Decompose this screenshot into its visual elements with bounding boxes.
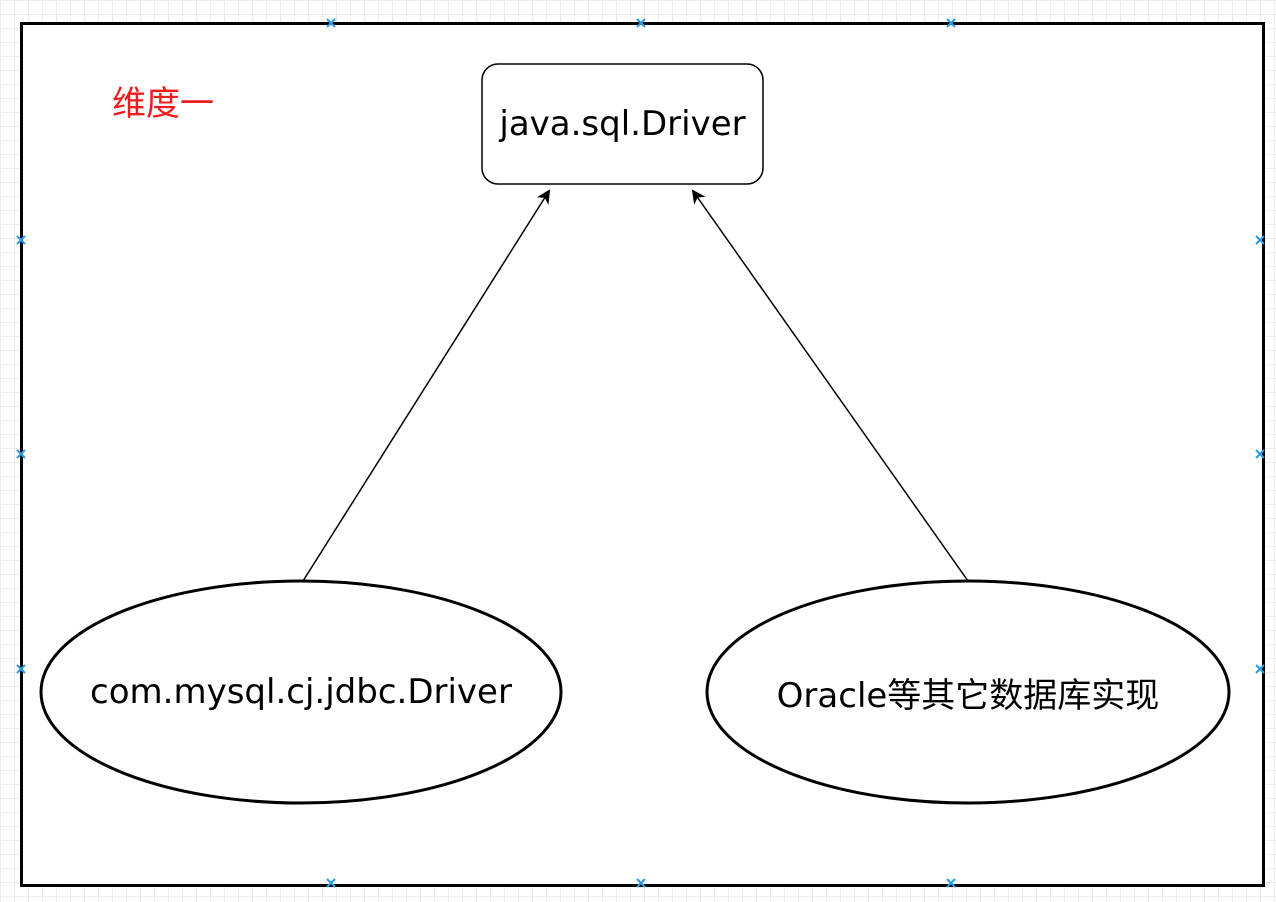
handle-left-lower[interactable]	[16, 664, 26, 674]
handle-bottom-right-third[interactable]	[946, 878, 956, 888]
node-mysql-label: com.mysql.cj.jdbc.Driver	[90, 672, 512, 712]
handle-left-upper[interactable]	[16, 235, 26, 245]
handle-left-middle[interactable]	[16, 449, 26, 459]
handle-top-right-third[interactable]	[946, 18, 956, 28]
dimension-label[interactable]: 维度一	[112, 82, 214, 126]
handle-top-center[interactable]	[636, 18, 646, 28]
handle-top-left-third[interactable]	[326, 18, 336, 28]
handle-right-upper[interactable]	[1255, 235, 1265, 245]
handle-right-lower[interactable]	[1255, 664, 1265, 674]
handle-right-middle[interactable]	[1255, 449, 1265, 459]
node-interface-label: java.sql.Driver	[499, 104, 746, 144]
edge-oracle-to-interface[interactable]	[691, 189, 969, 582]
handle-bottom-left-third[interactable]	[326, 878, 336, 888]
handle-bottom-center[interactable]	[636, 878, 646, 888]
node-oracle-label: Oracle等其它数据库实现	[776, 675, 1160, 716]
edge-mysql-to-interface[interactable]	[302, 189, 551, 582]
